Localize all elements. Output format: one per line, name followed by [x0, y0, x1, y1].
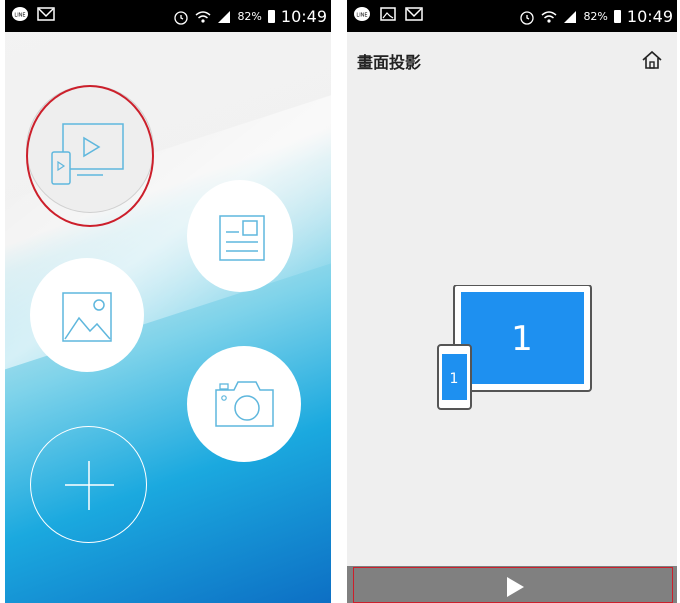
- add-button[interactable]: [30, 426, 147, 543]
- signal-icon: [564, 10, 577, 23]
- launcher-screen: LINE 82% 10:49: [5, 0, 331, 603]
- screen-projection-button[interactable]: [27, 86, 153, 212]
- status-bar: LINE 82% 10:49: [5, 0, 331, 32]
- svg-text:LINE: LINE: [356, 13, 367, 19]
- line-app-icon: LINE: [12, 7, 28, 21]
- home-icon[interactable]: [641, 49, 663, 71]
- wifi-icon: [195, 10, 211, 23]
- photo-button[interactable]: [30, 258, 144, 372]
- line-app-icon: LINE: [354, 7, 370, 21]
- gallery-icon: [380, 7, 396, 21]
- projection-illustration: 1 1: [437, 284, 593, 413]
- svg-text:LINE: LINE: [14, 13, 25, 19]
- clock: 10:49: [626, 7, 673, 26]
- gmail-icon: [405, 7, 423, 21]
- wifi-icon: [541, 10, 557, 23]
- camera-icon: [215, 381, 274, 427]
- status-bar: LINE 82% 10:49: [347, 0, 677, 32]
- alarm-icon: [174, 10, 189, 25]
- clock: 10:49: [280, 7, 327, 26]
- camera-button[interactable]: [187, 346, 301, 462]
- image-icon: [62, 292, 112, 342]
- tablet-number: 1: [511, 319, 533, 359]
- app-header: 畫面投影: [347, 32, 677, 86]
- battery-icon: [267, 10, 275, 23]
- tv-phone-play-icon: [51, 123, 124, 185]
- tablet-phone-icon: 1 1: [437, 284, 592, 410]
- screen-projection-screen: LINE 82% 10:49 畫面投影 1 1: [347, 0, 677, 603]
- page-title: 畫面投影: [357, 53, 422, 72]
- signal-icon: [218, 10, 231, 23]
- play-icon: [507, 577, 524, 597]
- alarm-icon: [520, 10, 535, 25]
- battery-percent: 82%: [237, 10, 262, 23]
- play-button[interactable]: [353, 567, 673, 603]
- document-button[interactable]: [187, 180, 293, 292]
- document-icon: [219, 215, 265, 261]
- phone-number: 1: [450, 371, 459, 387]
- plus-icon: [65, 461, 114, 510]
- battery-percent: 82%: [583, 10, 608, 23]
- battery-icon: [613, 10, 621, 23]
- gmail-icon: [37, 7, 55, 21]
